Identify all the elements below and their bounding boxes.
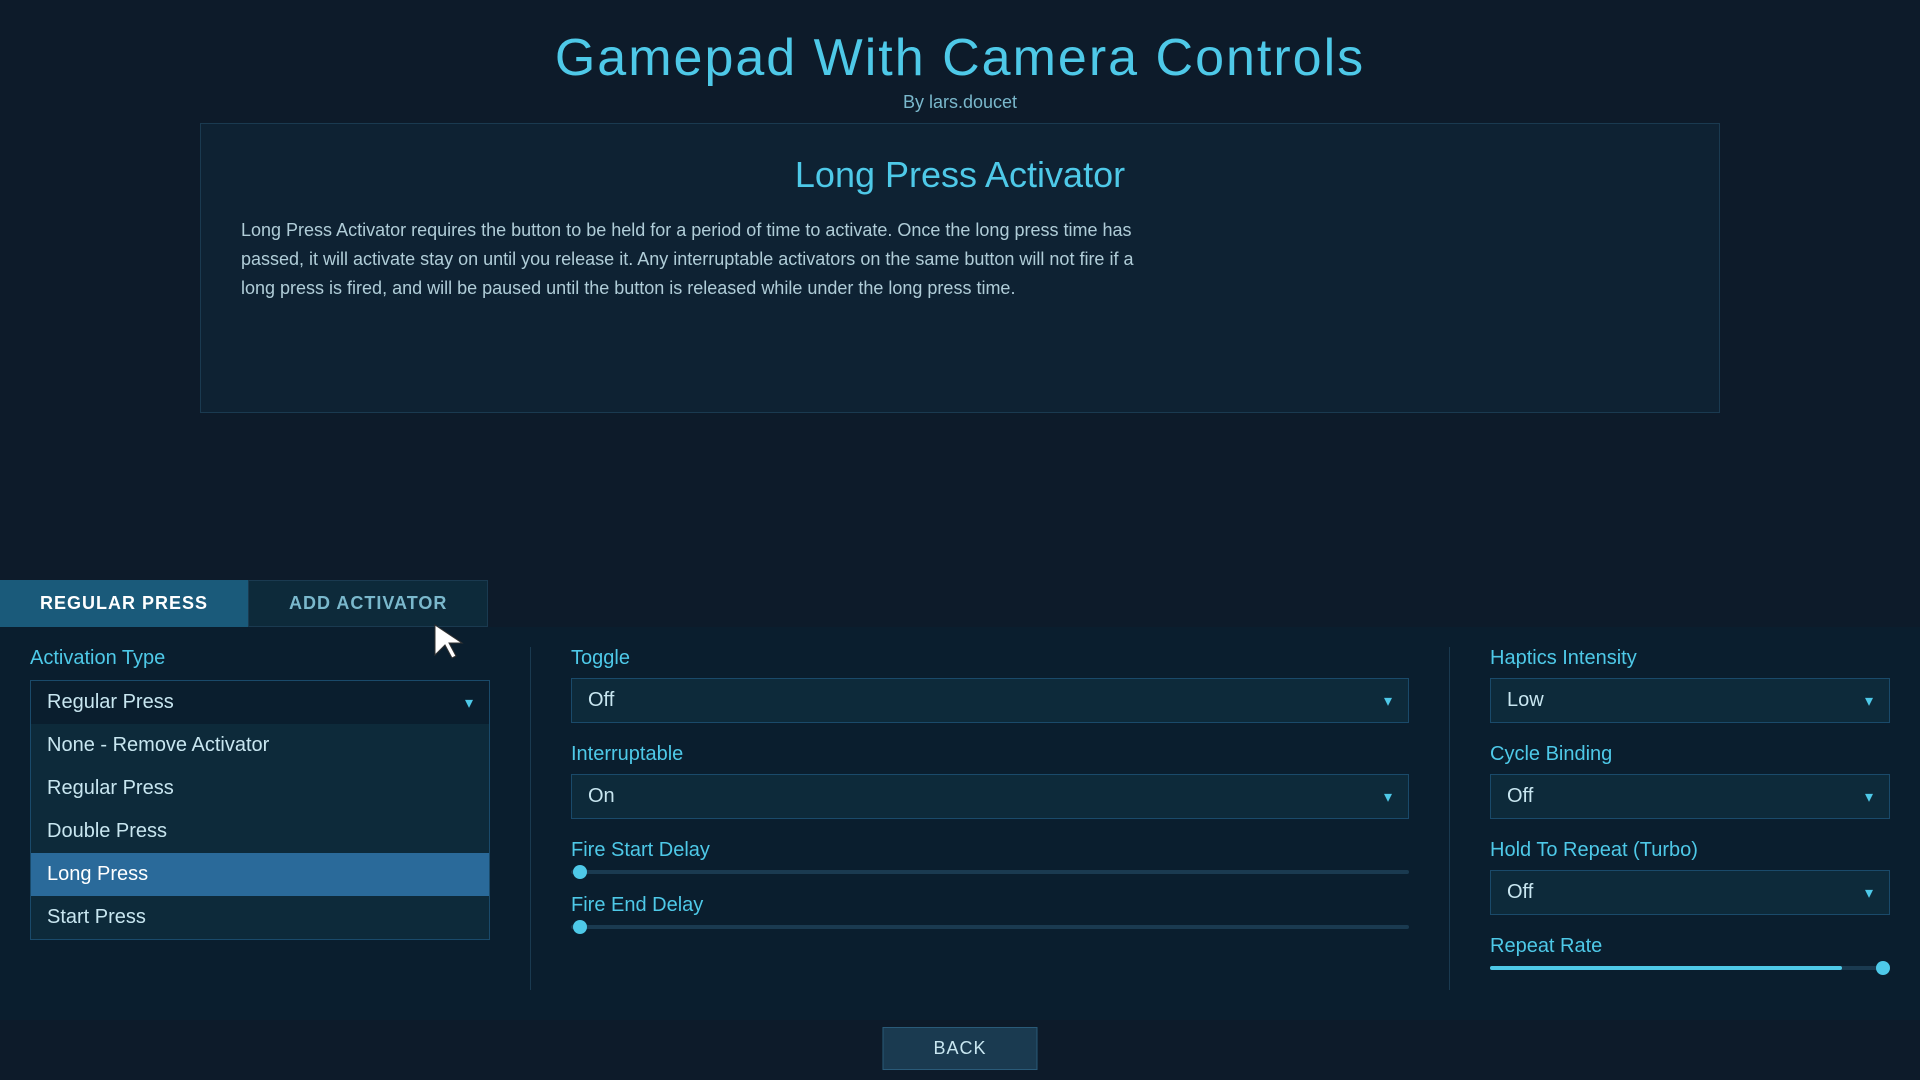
panel-description: Long Press Activator requires the button…	[241, 216, 1141, 302]
dropdown-option-long[interactable]: Long Press	[31, 853, 489, 896]
tabs-bar: REGULAR PRESS ADD ACTIVATOR	[0, 580, 1920, 627]
cycle-binding-select[interactable]: Off ▾	[1490, 774, 1890, 819]
toggle-label: Toggle	[571, 647, 1409, 670]
interruptable-value: On	[588, 785, 615, 808]
cycle-binding-label: Cycle Binding	[1490, 743, 1890, 766]
haptics-group: Haptics Intensity Low ▾	[1490, 647, 1890, 723]
fire-start-delay-label: Fire Start Delay	[571, 839, 1409, 862]
fire-end-delay-track	[571, 925, 1409, 929]
dropdown-option-none[interactable]: None - Remove Activator	[31, 724, 489, 767]
dropdown-option-regular[interactable]: Regular Press	[31, 767, 489, 810]
repeat-rate-label: Repeat Rate	[1490, 935, 1890, 958]
cycle-binding-chevron-icon: ▾	[1865, 787, 1873, 807]
interruptable-chevron-icon: ▾	[1384, 787, 1392, 807]
hold-to-repeat-chevron-icon: ▾	[1865, 883, 1873, 903]
page-title-area: Gamepad With Camera Controls By lars.dou…	[0, 0, 1920, 123]
right-column: Haptics Intensity Low ▾ Cycle Binding Of…	[1450, 647, 1890, 990]
main-panel: Long Press Activator Long Press Activato…	[200, 123, 1720, 413]
tab-regular-press[interactable]: REGULAR PRESS	[0, 580, 248, 627]
fire-start-delay-thumb[interactable]	[573, 865, 587, 879]
cycle-binding-group: Cycle Binding Off ▾	[1490, 743, 1890, 819]
dropdown-option-start[interactable]: Start Press	[31, 896, 489, 939]
repeat-rate-group: Repeat Rate	[1490, 935, 1890, 970]
page-title: Gamepad With Camera Controls	[0, 28, 1920, 88]
page-subtitle: By lars.doucet	[0, 92, 1920, 113]
haptics-value: Low	[1507, 689, 1544, 712]
fire-end-delay-thumb[interactable]	[573, 920, 587, 934]
controls-area: Activation Type Regular Press ▾ None - R…	[0, 627, 1920, 1020]
fire-end-delay-group: Fire End Delay	[571, 894, 1409, 929]
toggle-chevron-icon: ▾	[1384, 691, 1392, 711]
hold-to-repeat-select[interactable]: Off ▾	[1490, 870, 1890, 915]
interruptable-group: Interruptable On ▾	[571, 743, 1409, 819]
haptics-select[interactable]: Low ▾	[1490, 678, 1890, 723]
tab-add-activator[interactable]: ADD ACTIVATOR	[248, 580, 488, 627]
mid-column: Toggle Off ▾ Interruptable On ▾ Fire Sta…	[530, 647, 1450, 990]
dropdown-list: None - Remove Activator Regular Press Do…	[30, 724, 490, 940]
left-column: Activation Type Regular Press ▾ None - R…	[30, 647, 530, 990]
haptics-chevron-icon: ▾	[1865, 691, 1873, 711]
back-button-area: BACK	[882, 1027, 1037, 1070]
toggle-select[interactable]: Off ▾	[571, 678, 1409, 723]
bottom-section: REGULAR PRESS ADD ACTIVATOR Activation T…	[0, 580, 1920, 1020]
fire-start-delay-group: Fire Start Delay	[571, 839, 1409, 874]
hold-to-repeat-label: Hold To Repeat (Turbo)	[1490, 839, 1890, 862]
panel-title: Long Press Activator	[241, 154, 1679, 196]
back-button[interactable]: BACK	[882, 1027, 1037, 1070]
dropdown-main[interactable]: Regular Press ▾	[30, 680, 490, 724]
hold-to-repeat-group: Hold To Repeat (Turbo) Off ▾	[1490, 839, 1890, 915]
fire-start-delay-track	[571, 870, 1409, 874]
toggle-value: Off	[588, 689, 614, 712]
toggle-group: Toggle Off ▾	[571, 647, 1409, 723]
repeat-rate-thumb[interactable]	[1876, 961, 1890, 975]
cycle-binding-value: Off	[1507, 785, 1533, 808]
fire-end-delay-label: Fire End Delay	[571, 894, 1409, 917]
interruptable-label: Interruptable	[571, 743, 1409, 766]
repeat-rate-fill	[1490, 966, 1842, 970]
repeat-rate-track	[1490, 966, 1890, 970]
activation-type-dropdown[interactable]: Regular Press ▾ None - Remove Activator …	[30, 680, 490, 724]
hold-to-repeat-value: Off	[1507, 881, 1533, 904]
interruptable-select[interactable]: On ▾	[571, 774, 1409, 819]
activation-type-label: Activation Type	[30, 647, 490, 670]
chevron-down-icon: ▾	[465, 693, 473, 713]
dropdown-option-double[interactable]: Double Press	[31, 810, 489, 853]
haptics-label: Haptics Intensity	[1490, 647, 1890, 670]
dropdown-selected-value: Regular Press	[47, 691, 174, 714]
